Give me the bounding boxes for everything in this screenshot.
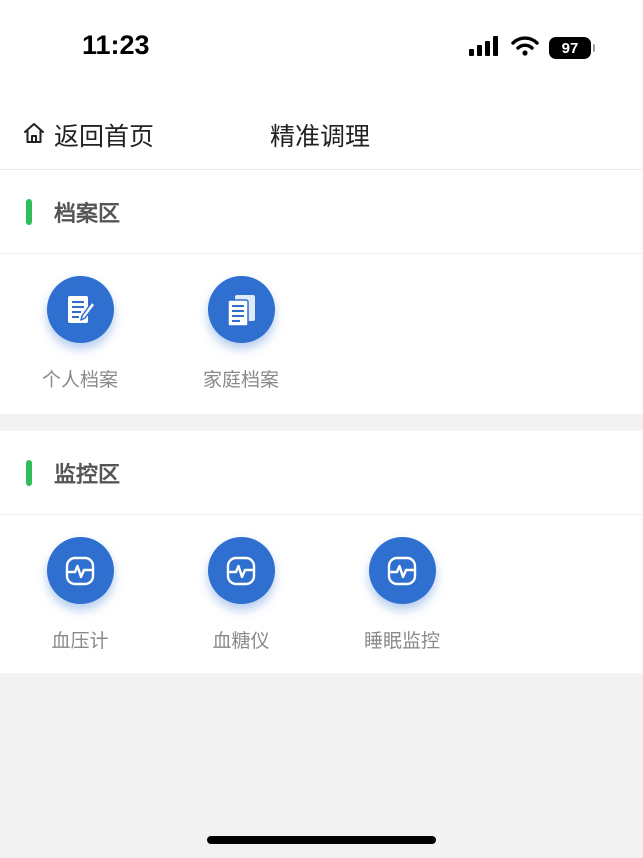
- wifi-icon: [511, 36, 539, 60]
- status-time: 11:23: [82, 30, 150, 60]
- blood-pressure-tile[interactable]: 血压计: [20, 535, 140, 665]
- back-home-label: 返回首页: [54, 122, 155, 151]
- home-icon: [22, 121, 46, 149]
- monitor-grid: 血压计 血糖仪 睡眠监控: [0, 515, 643, 673]
- personal-archive-label: 个人档案: [41, 369, 118, 391]
- status-icons: 97: [469, 36, 595, 60]
- personal-archive-tile[interactable]: 个人档案: [20, 274, 140, 404]
- glucose-meter-tile[interactable]: 血糖仪: [181, 535, 301, 665]
- screen: 11:23 97 返回首页 精准调理 档案区 个人档案 家庭档案 监控区 血压计…: [0, 0, 643, 858]
- heart-monitor-icon: [46, 537, 114, 604]
- home-indicator[interactable]: [207, 836, 436, 844]
- cellular-signal-icon: [469, 36, 501, 60]
- page-title: 精准调理: [270, 122, 371, 151]
- monitor-section-title: 监控区: [54, 462, 121, 488]
- battery-icon: 97: [549, 37, 595, 59]
- heart-monitor-icon: [368, 537, 436, 604]
- section-accent-bar: [26, 459, 32, 486]
- sleep-monitor-label: 睡眠监控: [363, 630, 440, 652]
- nav-header: 返回首页 精准调理: [0, 95, 643, 170]
- archive-section-header: 档案区: [0, 170, 643, 254]
- glucose-meter-label: 血糖仪: [212, 630, 270, 652]
- archive-section: 档案区 个人档案 家庭档案: [0, 170, 643, 414]
- document-edit-icon: [46, 276, 114, 343]
- documents-icon: [207, 276, 275, 343]
- section-accent-bar: [26, 198, 32, 225]
- back-home-button[interactable]: 返回首页: [22, 117, 154, 153]
- archive-section-title: 档案区: [54, 201, 121, 227]
- family-archive-label: 家庭档案: [202, 369, 279, 391]
- heart-monitor-icon: [207, 537, 275, 604]
- family-archive-tile[interactable]: 家庭档案: [181, 274, 301, 404]
- monitor-section-header: 监控区: [0, 431, 643, 515]
- status-bar: 11:23 97: [0, 0, 643, 95]
- blood-pressure-label: 血压计: [51, 630, 109, 652]
- sleep-monitor-tile[interactable]: 睡眠监控: [342, 535, 462, 665]
- archive-grid: 个人档案 家庭档案: [0, 254, 643, 412]
- monitor-section: 监控区 血压计 血糖仪 睡眠监控: [0, 431, 643, 673]
